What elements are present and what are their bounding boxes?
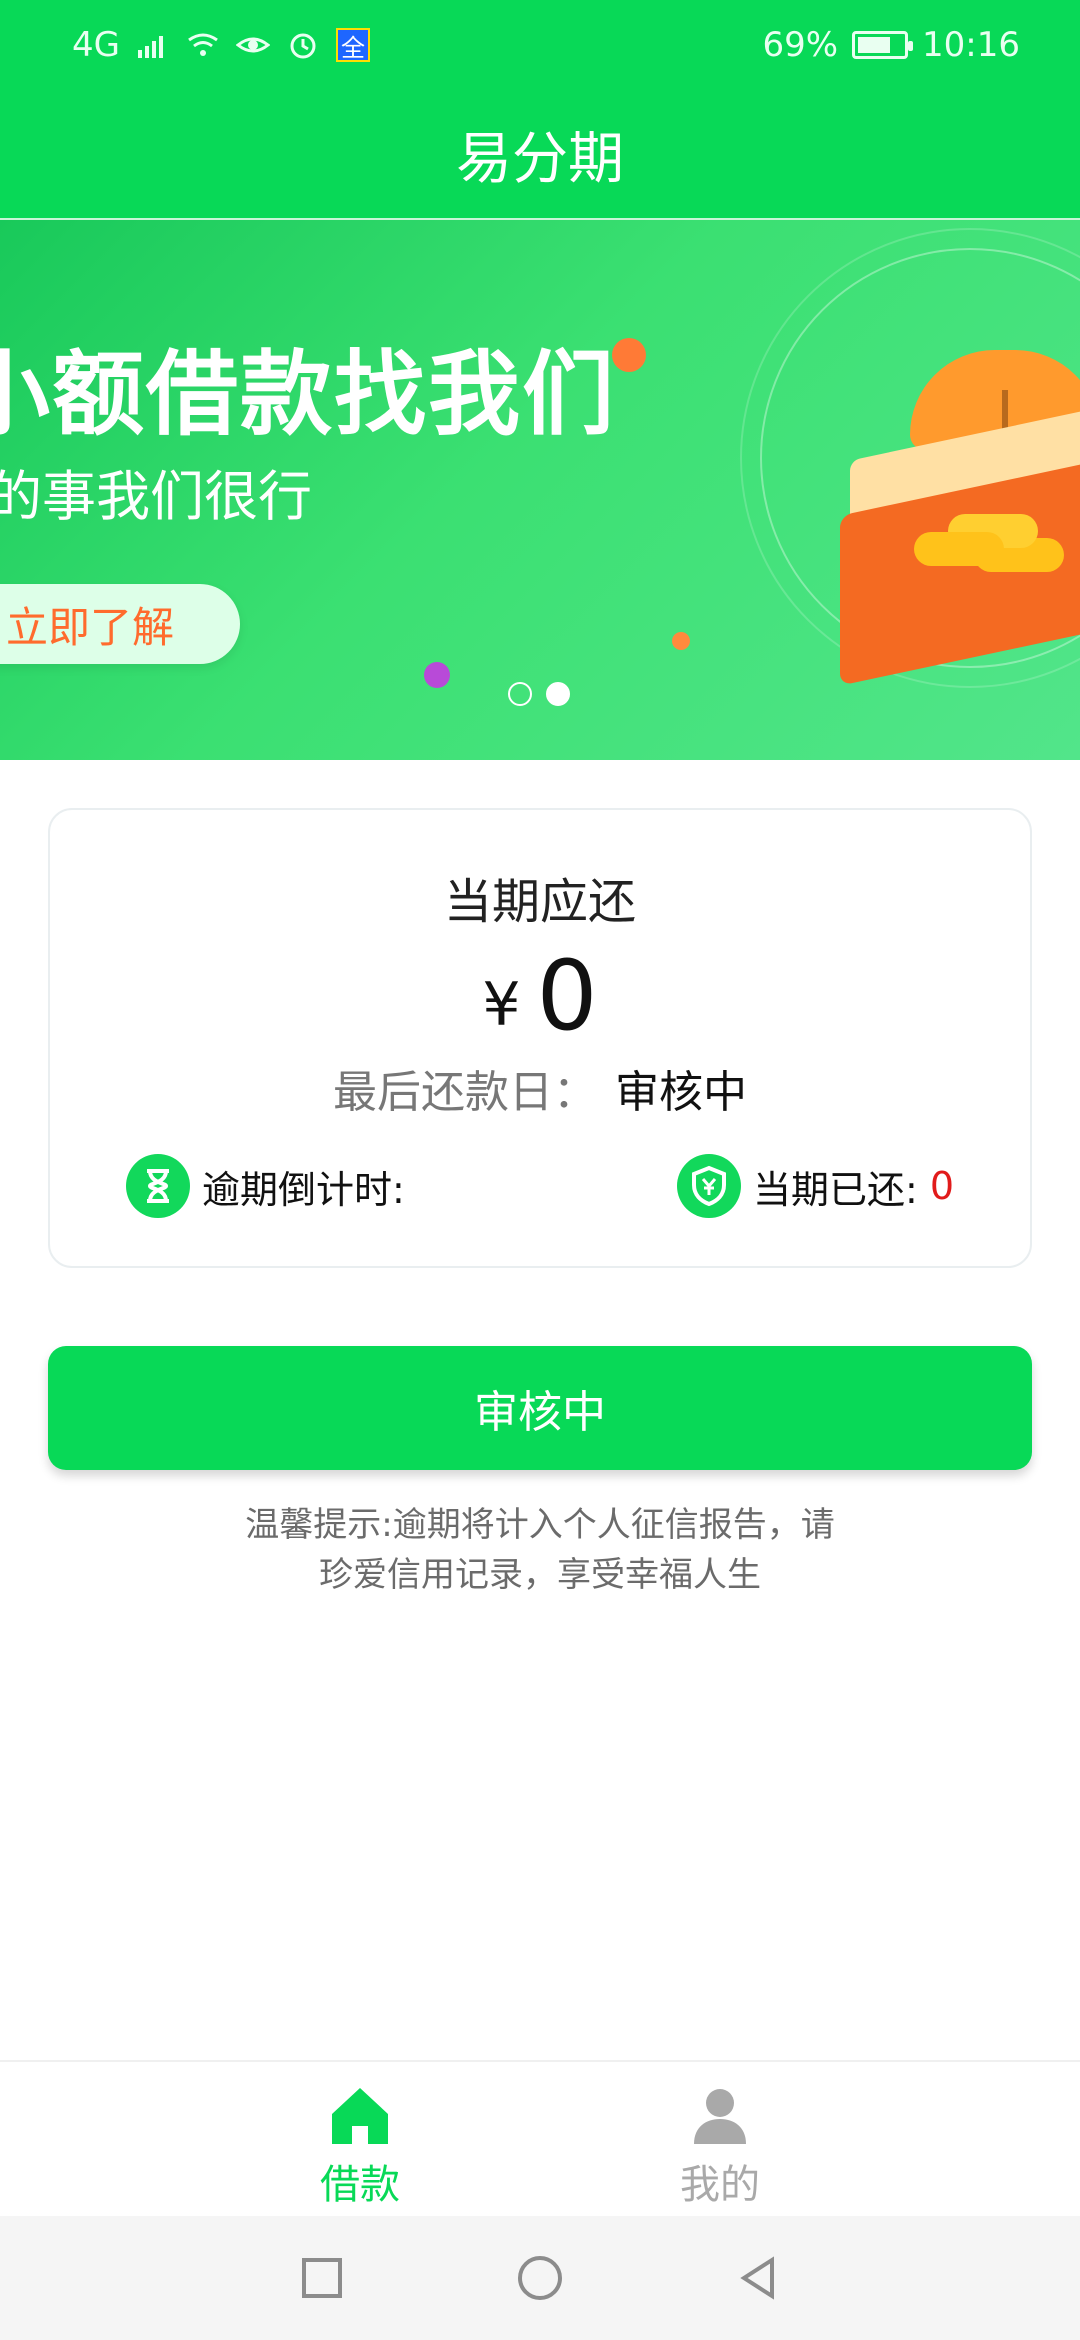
system-navigation-bar (0, 2216, 1080, 2340)
status-time: 10:16 (922, 25, 1020, 65)
due-date-value: 审核中 (615, 1067, 747, 1118)
nav-label-loan: 借款 (320, 2162, 400, 2208)
small-orange-decor-dot (672, 632, 690, 650)
hourglass-icon (126, 1154, 190, 1218)
repayment-card: 当期应还 ¥ 0 最后还款日： 审核中 逾期倒计时: 当期已还: 0 (48, 808, 1032, 1268)
status-bar: 4G 全 69% 10:16 (0, 0, 1080, 90)
currency-symbol: ¥ (482, 970, 521, 1040)
promo-banner[interactable]: 小额借款找我们 的事我们很行 立即了解 (0, 220, 1080, 760)
nav-item-profile[interactable]: 我的 (610, 2062, 830, 2218)
overdue-countdown: 逾期倒计时: (126, 1154, 405, 1218)
tip-line-1: 温馨提示:逾期将计入个人征信报告，请 (245, 1505, 835, 1545)
due-date-row: 最后还款日： 审核中 (50, 1056, 1030, 1120)
profile-icon (694, 2089, 746, 2144)
bottom-navigation: 借款 我的 (0, 2060, 1080, 2216)
orange-decor-dot (612, 338, 646, 372)
carousel-dot-1[interactable] (508, 682, 532, 706)
learn-more-button[interactable]: 立即了解 (0, 584, 240, 664)
paid-label: 当期已还: (753, 1167, 918, 1212)
carousel-indicator[interactable] (508, 682, 570, 706)
network-indicator: 4G (72, 25, 120, 65)
nav-label-profile: 我的 (680, 2162, 760, 2208)
due-date-label: 最后还款日： (333, 1067, 597, 1118)
amount-row: ¥ 0 (50, 940, 1030, 1052)
warm-tip: 温馨提示:逾期将计入个人征信报告，请 珍爱信用记录，享受幸福人生 (210, 1500, 870, 1600)
purple-decor-dot (424, 662, 450, 688)
countdown-label: 逾期倒计时: (202, 1167, 405, 1212)
repayment-title: 当期应还 (443, 874, 636, 930)
shield-yen-icon (677, 1154, 741, 1218)
square-button-icon[interactable] (298, 2254, 346, 2302)
battery-text: 69% (762, 25, 839, 65)
status-right: 69% 10:16 (762, 25, 1020, 65)
review-status-button[interactable]: 审核中 (48, 1346, 1032, 1470)
banner-subline: 的事我们很行 (0, 465, 312, 528)
paid-current-period: 当期已还: 0 (677, 1154, 954, 1218)
wifi-icon (188, 33, 218, 56)
repayment-meta-row: 逾期倒计时: 当期已还: 0 (126, 1154, 954, 1218)
title-bar: 易分期 (0, 90, 1080, 220)
carousel-dot-2[interactable] (546, 682, 570, 706)
circle-button-icon[interactable] (516, 2254, 564, 2302)
home-icon (332, 2088, 388, 2144)
page-title: 易分期 (456, 126, 624, 192)
tip-line-2: 珍爱信用记录，享受幸福人生 (319, 1555, 761, 1595)
back-triangle-icon[interactable] (734, 2254, 782, 2302)
paid-amount: 0 (929, 1164, 954, 1208)
eye-icon (235, 37, 270, 53)
status-left: 4G 全 (72, 25, 370, 65)
coin-stack-illustration (914, 532, 1004, 566)
alarm-icon (290, 33, 316, 59)
battery-icon (852, 31, 914, 59)
banner-headline: 小额借款找我们 (0, 341, 617, 448)
app-badge-icon: 全 (335, 28, 370, 62)
amount-due: 0 (536, 940, 598, 1052)
signal-icon (137, 36, 163, 58)
nav-item-loan[interactable]: 借款 (250, 2062, 470, 2218)
